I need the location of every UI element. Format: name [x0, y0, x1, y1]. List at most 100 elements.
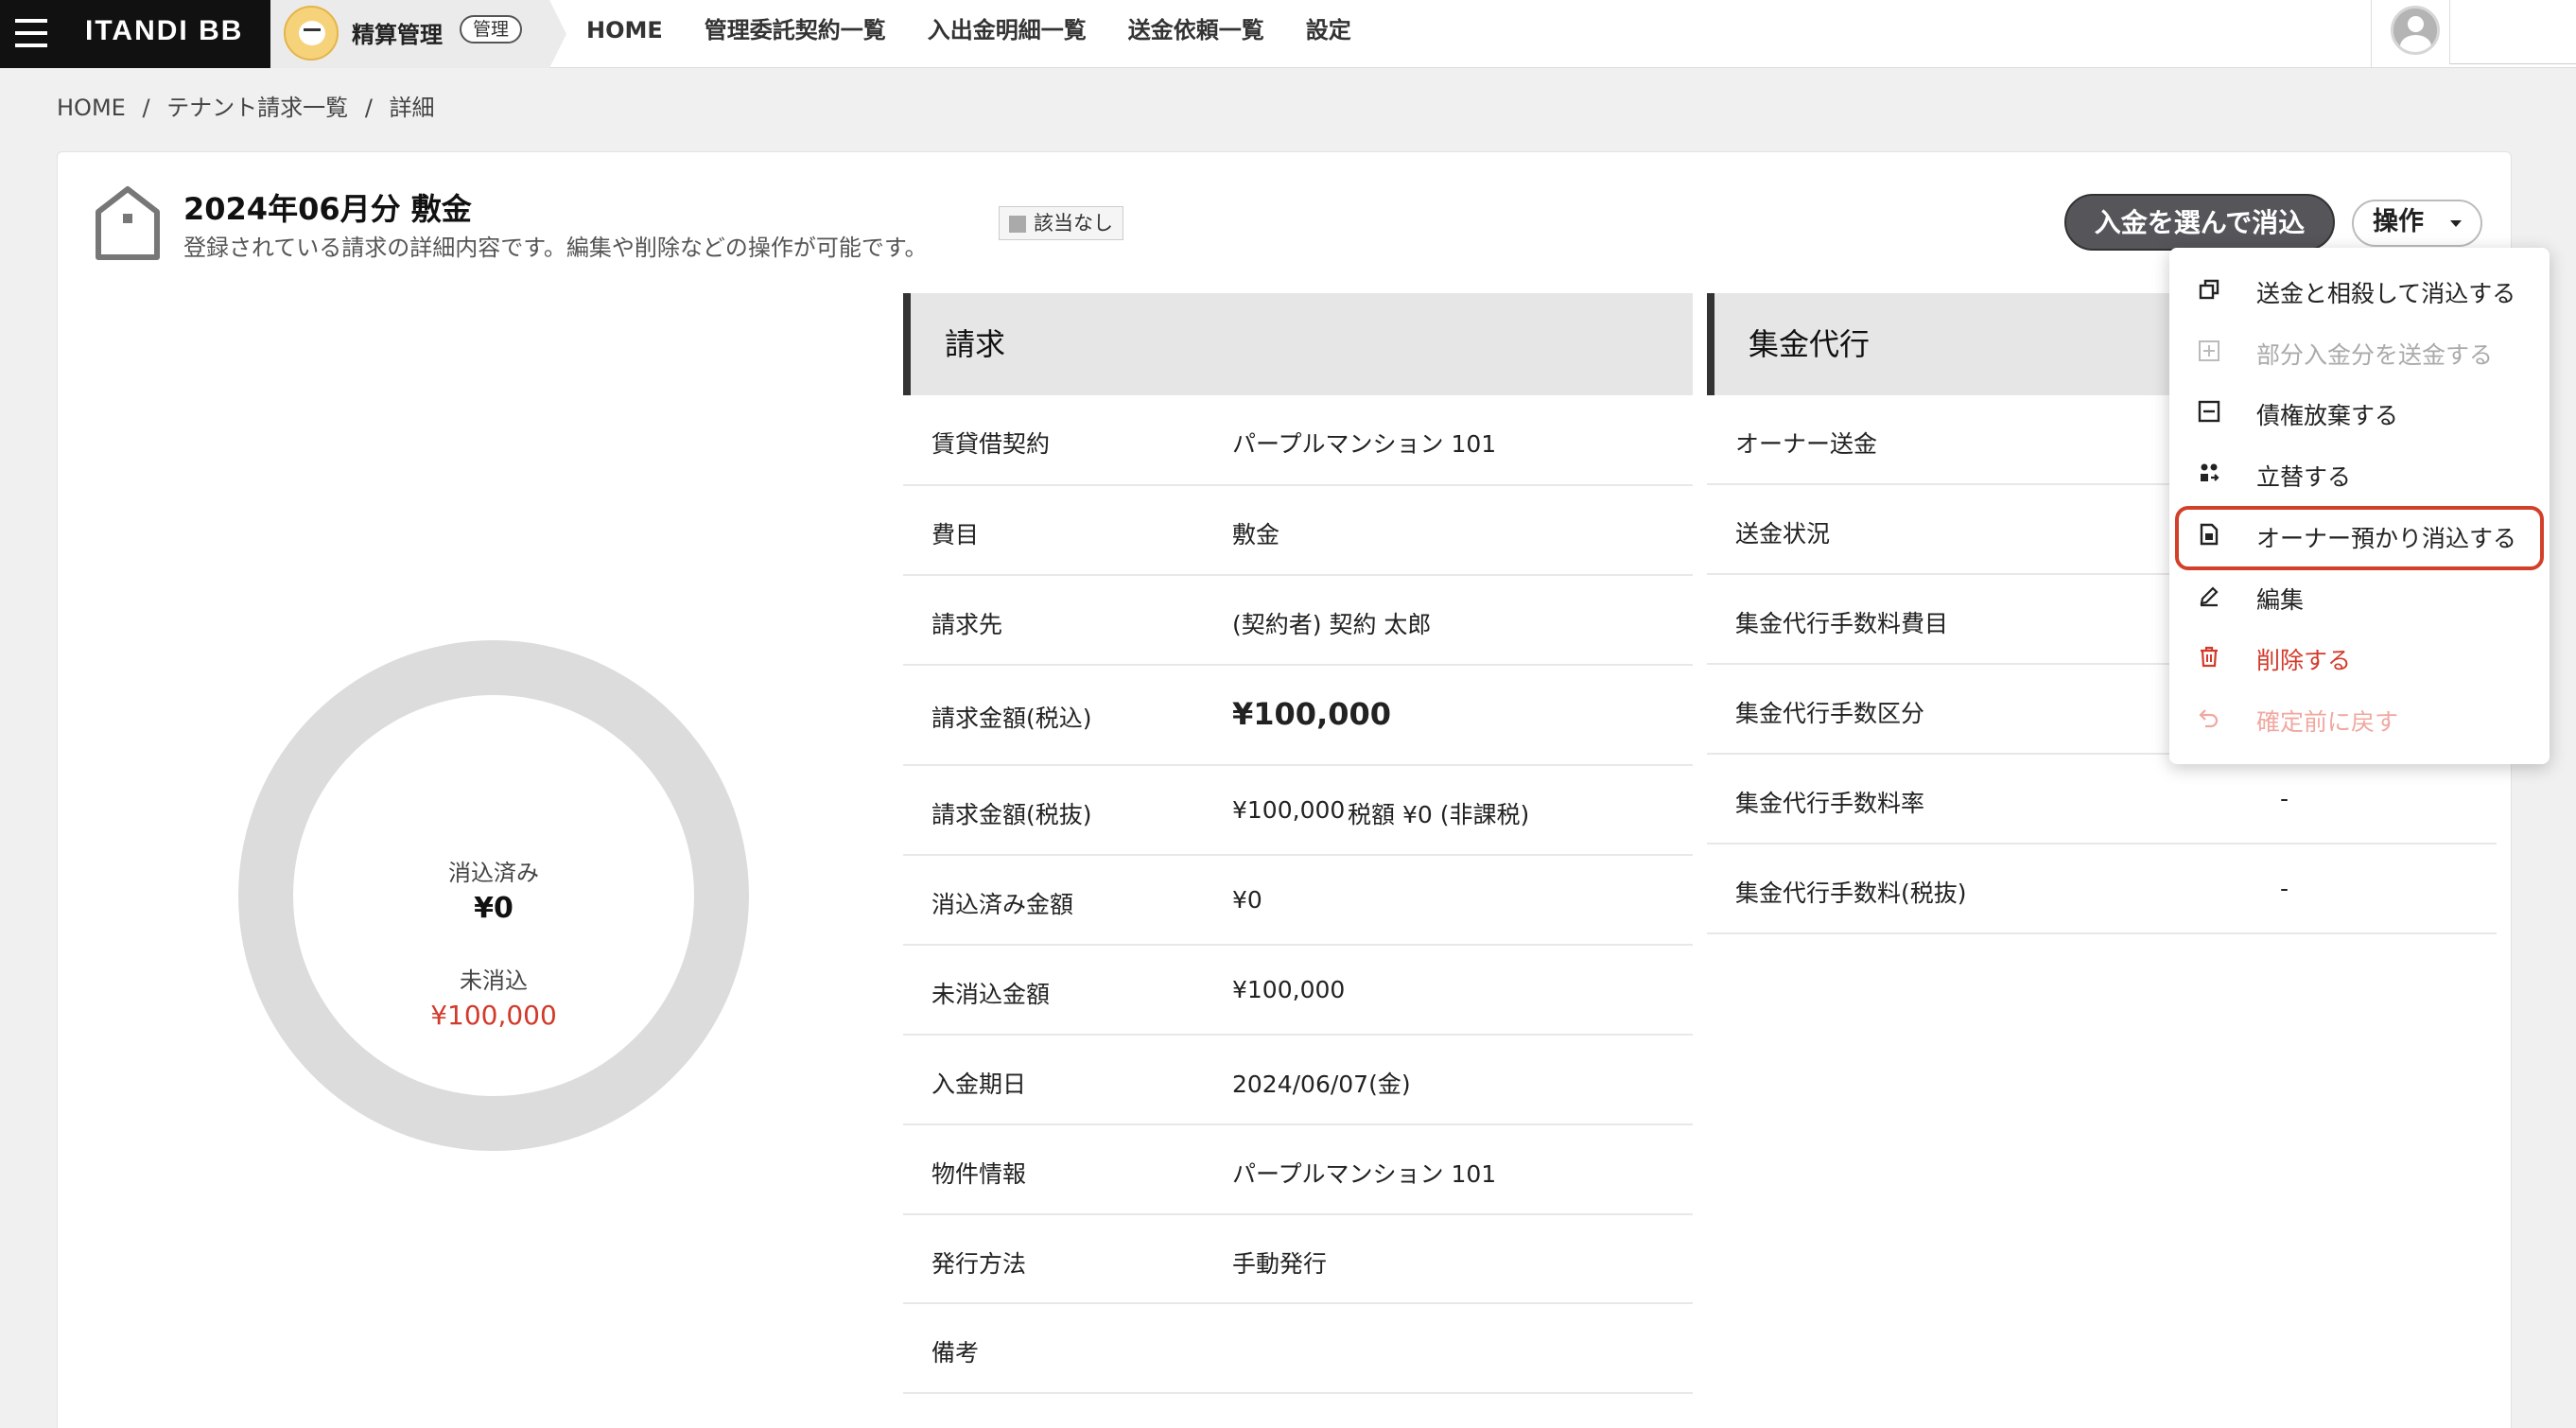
row-key: 賃貸借契約	[931, 430, 1051, 458]
table-row: 賃貸借契約 パープルマンション 101	[903, 395, 1693, 486]
operations-label: 操作	[2373, 207, 2424, 236]
breadcrumb-current: 詳細	[389, 95, 435, 121]
table-row: 未消込金額 ¥100,000	[903, 946, 1693, 1036]
row-key: 集金代行手数区分	[1735, 700, 1925, 727]
undo-icon	[2199, 709, 2219, 728]
row-key: 入金期日	[931, 1071, 1027, 1098]
menu-item-offset-clear[interactable]: 送金と相殺して消込する	[2169, 259, 2550, 320]
breadcrumb-home[interactable]: HOME	[57, 95, 126, 121]
row-key: 請求先	[931, 611, 1003, 638]
menu-item-label: 編集	[2256, 586, 2305, 614]
logo: ITANDI BB	[85, 15, 244, 46]
table-row: 請求金額(税抜) ¥100,000 税額 ¥0 (非課税)	[903, 766, 1693, 856]
nav-transactions[interactable]: 入出金明細一覧	[907, 0, 1107, 68]
menu-item-label: 削除する	[2256, 647, 2352, 674]
table-row: 費目 敷金	[903, 486, 1693, 576]
tax-note: 税額 ¥0 (非課税)	[1348, 801, 1530, 828]
row-value: -	[2280, 875, 2289, 902]
row-key: 物件情報	[931, 1160, 1027, 1188]
tag-house-icon	[96, 186, 160, 260]
breadcrumb-separator: /	[364, 95, 373, 121]
menu-item-label: 債権放棄する	[2256, 402, 2399, 429]
table-row: 請求先 (契約者) 契約 太郎	[903, 576, 1693, 666]
row-key: 未消込金額	[931, 981, 1051, 1008]
row-key: 集金代行手数料(税抜)	[1735, 879, 1967, 907]
menu-item-partial-remit[interactable]: 部分入金分を送金する	[2169, 321, 2550, 381]
row-key: 請求金額(税抜)	[931, 801, 1092, 828]
table-row: 消込済み金額 ¥0	[903, 856, 1693, 946]
nav-remittance-requests[interactable]: 送金依頼一覧	[1107, 0, 1285, 68]
table-row: 発行方法 手動発行	[903, 1215, 1693, 1304]
row-key: 請求金額(税込)	[931, 705, 1092, 732]
advance-icon	[2201, 463, 2219, 481]
table-row: 集金代行手数料(税抜) -	[1707, 845, 2497, 934]
billing-heading: 請求	[903, 293, 1693, 395]
donut-center: 消込済み ¥0 未消込 ¥100,000	[293, 695, 694, 1096]
row-key: 送金状況	[1735, 520, 1831, 548]
row-value: ¥0	[1232, 886, 1262, 914]
user-menu[interactable]	[2371, 0, 2448, 68]
billing-section: 請求 賃貸借契約 パープルマンション 101 費目 敷金 請求先 (契約者) 契…	[903, 293, 1693, 1394]
table-row: 入金期日 2024/06/07(金)	[903, 1036, 1693, 1125]
row-key: オーナー送金	[1735, 430, 1878, 458]
menu-item-advance-payment[interactable]: 立替する	[2169, 443, 2550, 503]
page-title: 2024年06月分 敷金	[183, 191, 472, 227]
offset-icon	[2199, 279, 2219, 300]
hamburger-menu-icon[interactable]	[15, 19, 47, 47]
select-deposit-and-clear-button[interactable]: 入金を選んで消込	[2064, 194, 2335, 251]
menu-item-delete[interactable]: 削除する	[2169, 626, 2550, 687]
status-tag: 該当なし	[999, 206, 1123, 240]
menu-item-label: 確定前に戻す	[2256, 708, 2399, 736]
table-row: 物件情報 パープルマンション 101	[903, 1125, 1693, 1215]
row-value: ¥100,000	[1232, 976, 1346, 1003]
caret-down-icon	[2450, 220, 2462, 227]
uncleared-value: ¥100,000	[430, 1000, 557, 1031]
menu-item-waive-claim[interactable]: 債権放棄する	[2169, 381, 2550, 442]
table-row: 請求金額(税込) ¥100,000	[903, 666, 1693, 766]
app-mascot-icon	[284, 6, 339, 61]
minus-box-icon	[2198, 400, 2220, 423]
row-value: 敷金	[1232, 521, 1280, 549]
breadcrumb-tenant-bills[interactable]: テナント請求一覧	[166, 95, 348, 121]
row-value: (契約者) 契約 太郎	[1232, 611, 1432, 638]
menu-item-edit[interactable]: 編集	[2169, 566, 2550, 626]
brand-area: ITANDI BB	[0, 0, 270, 68]
avatar-icon[interactable]	[2391, 6, 2440, 55]
uncleared-label: 未消込	[460, 967, 528, 994]
nav-home[interactable]: HOME	[586, 0, 684, 68]
clearing-donut-chart: 消込済み ¥0 未消込 ¥100,000	[238, 640, 749, 1151]
row-key: 費目	[931, 521, 980, 549]
nav-management-contracts[interactable]: 管理委託契約一覧	[684, 0, 907, 68]
operations-dropdown-button[interactable]: 操作	[2352, 200, 2482, 247]
breadcrumb-separator: /	[142, 95, 150, 121]
app-switcher[interactable]: 精算管理 管理	[270, 0, 566, 68]
app-title: 精算管理	[352, 22, 443, 48]
plus-box-icon	[2199, 340, 2219, 361]
app-role-badge: 管理	[460, 15, 523, 44]
header-right-panel	[2449, 0, 2576, 64]
row-key: 発行方法	[931, 1250, 1027, 1278]
cleared-value: ¥0	[474, 892, 513, 925]
row-value: -	[2280, 785, 2289, 812]
page-subtitle: 登録されている請求の詳細内容です。編集や削除などの操作が可能です。	[183, 235, 928, 261]
row-key: 集金代行手数料率	[1735, 790, 1925, 817]
trash-icon	[2201, 646, 2218, 668]
top-bar: ITANDI BB 精算管理 管理 HOME 管理委託契約一覧 入出金明細一覧 …	[0, 0, 2576, 68]
row-key: 備考	[931, 1339, 980, 1367]
menu-item-label: 立替する	[2256, 463, 2352, 491]
row-key: 消込済み金額	[931, 891, 1074, 918]
row-value: ¥100,000	[1232, 696, 1392, 732]
contract-link[interactable]: パープルマンション 101	[1232, 426, 1496, 460]
table-row: 集金代行手数料率 -	[1707, 755, 2497, 845]
row-value: 手動発行	[1232, 1250, 1328, 1278]
cleared-label: 消込済み	[448, 860, 539, 886]
main-nav: HOME 管理委託契約一覧 入出金明細一覧 送金依頼一覧 設定	[586, 0, 1372, 68]
nav-settings[interactable]: 設定	[1285, 0, 1372, 68]
row-key: 集金代行手数料費目	[1735, 610, 1949, 637]
menu-item-revert-before-confirm[interactable]: 確定前に戻す	[2169, 688, 2550, 748]
pencil-icon	[2200, 586, 2219, 607]
row-value: 2024/06/07(金)	[1232, 1071, 1411, 1098]
breadcrumb: HOME / テナント請求一覧 / 詳細	[57, 89, 444, 122]
row-value: ¥100,000	[1232, 796, 1346, 824]
row-value: パープルマンション 101	[1232, 1160, 1497, 1188]
